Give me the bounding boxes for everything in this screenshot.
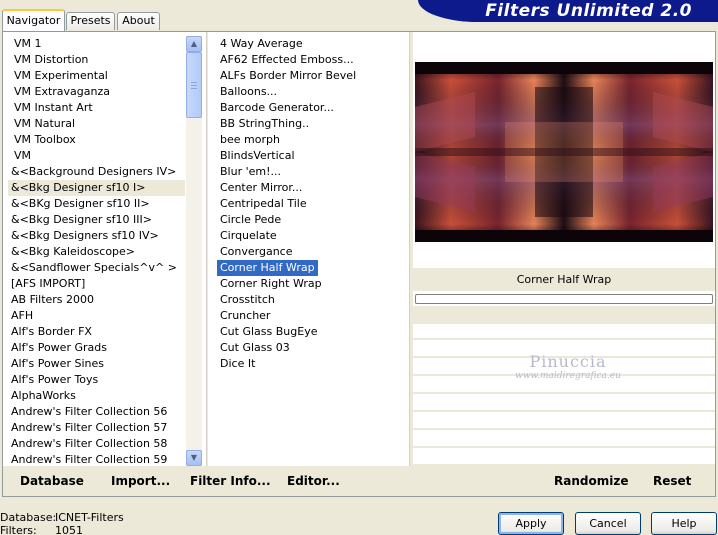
category-item[interactable]: Alf's Border FX: [8, 324, 185, 340]
filter-item[interactable]: Convergance: [217, 244, 407, 260]
filters-count: 1051: [55, 524, 83, 535]
category-item[interactable]: VM Instant Art: [8, 100, 185, 116]
category-item[interactable]: AFH: [8, 308, 185, 324]
database-label: Database:: [0, 511, 57, 524]
import-button[interactable]: Import...: [111, 466, 170, 496]
randomize-button[interactable]: Randomize: [554, 466, 628, 496]
filter-item[interactable]: Dice It: [217, 356, 407, 372]
filter-item[interactable]: Blur 'em!...: [217, 164, 407, 180]
tab-strip: Navigator Presets About: [0, 0, 420, 31]
filter-item[interactable]: Balloons...: [217, 84, 407, 100]
filter-item[interactable]: AF62 Effected Emboss...: [217, 52, 407, 68]
header-banner: Filters Unlimited 2.0: [418, 0, 718, 22]
filter-item[interactable]: ALFs Border Mirror Bevel: [217, 68, 407, 84]
category-item[interactable]: &<Bkg Kaleidoscope>: [8, 244, 185, 260]
cancel-button[interactable]: Cancel: [575, 512, 641, 535]
help-button[interactable]: Help: [651, 512, 717, 535]
filter-item[interactable]: 4 Way Average: [217, 36, 407, 52]
category-item[interactable]: Andrew's Filter Collection 56: [8, 404, 185, 420]
filter-item[interactable]: BB StringThing..: [217, 116, 407, 132]
category-item[interactable]: VM Experimental: [8, 68, 185, 84]
database-button[interactable]: Database: [20, 466, 84, 496]
category-item[interactable]: Alf's Power Sines: [8, 356, 185, 372]
filter-item[interactable]: Centripedal Tile: [217, 196, 407, 212]
category-item[interactable]: Andrew's Filter Collection 57: [8, 420, 185, 436]
category-list[interactable]: VM 1 VM Distortion VM Experimental VM Extra…: [8, 36, 185, 466]
filter-item[interactable]: Crosstitch: [217, 292, 407, 308]
parameter-row: [413, 432, 715, 448]
parameter-row: [413, 450, 715, 466]
app-title: Filters Unlimited 2.0: [485, 1, 692, 21]
parameter-slider[interactable]: [415, 294, 713, 304]
category-item[interactable]: [AFS IMPORT]: [8, 276, 185, 292]
preview-panel: Corner Half Wrap Pinuccia www.maidiregra…: [413, 32, 715, 466]
category-item[interactable]: VM: [8, 148, 185, 164]
database-info: Database:ICNET-Filters Filters: 1051: [0, 511, 124, 535]
category-item[interactable]: AB Filters 2000: [8, 292, 185, 308]
watermark-url: www.maidiregrafica.eu: [515, 371, 621, 381]
category-item[interactable]: &<Sandflower Specials^v^ >: [8, 260, 185, 276]
parameter-area: [413, 306, 715, 324]
tab-presets[interactable]: Presets: [66, 12, 115, 30]
filter-item[interactable]: Cut Glass BugEye: [217, 324, 407, 340]
category-item[interactable]: VM 1: [8, 36, 185, 52]
parameter-row: [413, 396, 715, 412]
navigator-panel: VM 1 VM Distortion VM Experimental VM Extra…: [2, 31, 716, 497]
filter-item[interactable]: Circle Pede: [217, 212, 407, 228]
filters-label: Filters:: [0, 524, 37, 535]
parameter-row: [413, 324, 715, 340]
filter-item[interactable]: Barcode Generator...: [217, 100, 407, 116]
filter-item[interactable]: Center Mirror...: [217, 180, 407, 196]
category-item[interactable]: AlphaWorks: [8, 388, 185, 404]
scroll-grip-icon: [191, 82, 197, 89]
tab-navigator[interactable]: Navigator: [2, 9, 65, 31]
category-item[interactable]: VM Natural: [8, 116, 185, 132]
toolbar: Database Import... Filter Info... Editor…: [3, 466, 715, 496]
category-item[interactable]: Alf's Power Grads: [8, 340, 185, 356]
filter-info-button[interactable]: Filter Info...: [190, 466, 271, 496]
category-item[interactable]: &<Bkg Designer sf10 III>: [8, 212, 185, 228]
divider: [206, 32, 208, 466]
tab-about[interactable]: About: [117, 12, 160, 30]
apply-button[interactable]: Apply: [498, 512, 564, 535]
category-item[interactable]: Andrew's Filter Collection 59: [8, 452, 185, 466]
filter-item[interactable]: Corner Half Wrap: [217, 260, 318, 276]
database-value: ICNET-Filters: [55, 511, 124, 524]
selected-filter-name: Corner Half Wrap: [413, 268, 715, 291]
category-item[interactable]: VM Toolbox: [8, 132, 185, 148]
category-item[interactable]: &<Background Designers IV>: [8, 164, 185, 180]
filter-item[interactable]: Corner Right Wrap: [217, 276, 407, 292]
category-item[interactable]: &<Bkg Designers sf10 IV>: [8, 228, 185, 244]
scroll-down-button[interactable]: ▼: [186, 450, 202, 466]
reset-button[interactable]: Reset: [653, 466, 691, 496]
category-item[interactable]: Alf's Power Toys: [8, 372, 185, 388]
scroll-up-button[interactable]: ▲: [186, 36, 202, 52]
watermark: Pinuccia www.maidiregrafica.eu: [503, 352, 633, 381]
category-scrollbar[interactable]: ▲ ▼: [186, 36, 202, 466]
category-item[interactable]: Andrew's Filter Collection 58: [8, 436, 185, 452]
category-item[interactable]: VM Extravaganza: [8, 84, 185, 100]
filter-list[interactable]: 4 Way Average AF62 Effected Emboss... ALFs…: [217, 36, 407, 466]
filter-item[interactable]: Cirquelate: [217, 228, 407, 244]
filter-item[interactable]: BlindsVertical: [217, 148, 407, 164]
filter-item[interactable]: bee morph: [217, 132, 407, 148]
filter-preview-image: [415, 62, 713, 242]
watermark-name: Pinuccia: [529, 352, 607, 371]
category-item[interactable]: VM Distortion: [8, 52, 185, 68]
parameter-row: [413, 414, 715, 430]
category-item[interactable]: &<Bkg Designer sf10 I>: [8, 180, 185, 196]
scroll-thumb[interactable]: [186, 52, 202, 118]
filter-item[interactable]: Cut Glass 03: [217, 340, 407, 356]
category-item[interactable]: &<BKg Designer sf10 II>: [8, 196, 185, 212]
filter-item[interactable]: Cruncher: [217, 308, 407, 324]
editor-button[interactable]: Editor...: [287, 466, 340, 496]
